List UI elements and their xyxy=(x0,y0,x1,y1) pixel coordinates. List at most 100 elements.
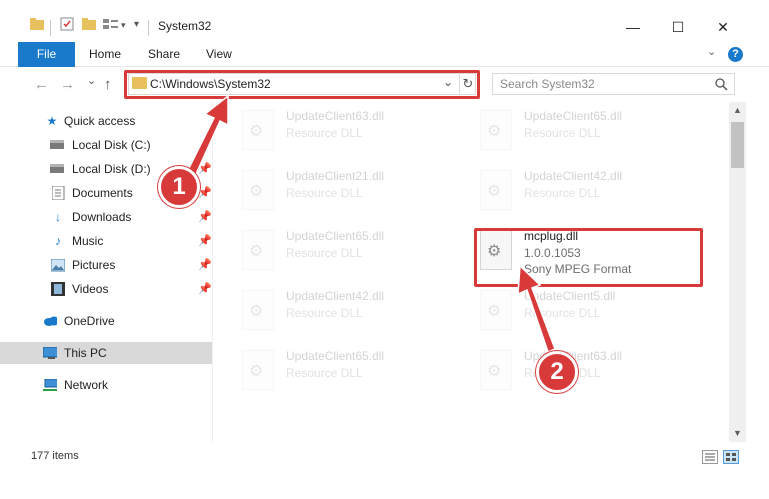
item-count: 177 items xyxy=(31,450,79,462)
gear-icon: ⚙ xyxy=(487,123,502,140)
status-bar: 177 items xyxy=(0,442,769,470)
pin-icon: 📌 xyxy=(198,163,212,175)
file-name: UpdateClient65.dll xyxy=(524,109,623,123)
drive-icon xyxy=(50,140,64,149)
recent-locations-button[interactable]: ⌄ xyxy=(87,74,96,87)
minimize-button[interactable]: — xyxy=(610,14,656,40)
file-tile[interactable]: ⚙ UpdateClient65.dll Resource DLL xyxy=(466,104,686,156)
scroll-thumb[interactable] xyxy=(731,122,744,168)
navigation-bar: ← → ⌄ ↑ C:\Windows\System32 ⌄ ↻ Search S… xyxy=(0,68,769,102)
sidebar-item-label: Pictures xyxy=(72,258,116,272)
qat-dropdown-icon[interactable]: ▾ xyxy=(121,20,126,31)
maximize-button[interactable]: ☐ xyxy=(655,14,701,40)
file-tile[interactable]: ⚙ UpdateClient63.dll Resource DLL xyxy=(228,104,448,156)
file-tile[interactable]: ⚙ UpdateClient42.dll Resource DLL xyxy=(228,284,448,336)
ribbon-tabs: File Home Share View ⌄ ? xyxy=(0,42,769,67)
file-tile[interactable]: ⚙ UpdateClient5.dll Resource DLL xyxy=(466,284,686,336)
dll-file-icon: ⚙ xyxy=(480,290,512,330)
gear-icon: ⚙ xyxy=(249,123,264,140)
step-2-badge: 2 xyxy=(536,351,578,393)
tab-share[interactable]: Share xyxy=(148,42,180,67)
sidebar-item-quick-access[interactable]: ★ Quick access xyxy=(0,110,212,132)
file-tile[interactable]: ⚙ UpdateClient42.dll Resource DLL xyxy=(466,164,686,216)
file-tile[interactable]: ⚙ UpdateClient65.dll Resource DLL xyxy=(228,224,448,276)
file-name: UpdateClient42.dll xyxy=(524,169,623,183)
sidebar-item-onedrive[interactable]: OneDrive xyxy=(0,310,212,332)
sidebar-item-label: Documents xyxy=(72,186,133,200)
pin-icon: 📌 xyxy=(198,283,212,295)
tiles-view-icon xyxy=(726,453,736,461)
pictures-icon xyxy=(51,259,65,272)
new-folder-icon[interactable] xyxy=(82,18,96,30)
tab-file[interactable]: File xyxy=(18,42,75,67)
search-placeholder: Search System32 xyxy=(500,77,595,91)
gear-icon: ⚙ xyxy=(487,183,502,200)
search-icon xyxy=(715,78,728,91)
dll-file-icon: ⚙ xyxy=(242,290,274,330)
scroll-up-arrow-icon[interactable]: ▲ xyxy=(729,102,746,119)
sidebar-item-label: Videos xyxy=(72,282,109,296)
dll-file-icon: ⚙ xyxy=(480,170,512,210)
tab-home[interactable]: Home xyxy=(89,42,121,67)
file-name: UpdateClient5.dll xyxy=(524,289,616,303)
help-icon[interactable]: ? xyxy=(728,47,743,62)
file-name: UpdateClient42.dll xyxy=(286,289,385,303)
file-description: Resource DLL xyxy=(286,366,363,380)
gear-icon: ⚙ xyxy=(487,303,502,320)
details-view-icon xyxy=(705,453,715,461)
pin-icon: 📌 xyxy=(198,139,212,151)
computer-icon xyxy=(43,347,57,359)
sidebar-item-label: Network xyxy=(64,378,109,392)
file-description: Resource DLL xyxy=(286,126,363,140)
network-icon xyxy=(43,379,57,391)
pin-icon: 📌 xyxy=(198,259,212,271)
customize-qat-icon[interactable]: ▾ xyxy=(134,19,139,30)
chevron-down-icon[interactable]: ⌄ xyxy=(707,45,716,58)
sidebar-item-videos[interactable]: Videos 📌 xyxy=(0,278,212,300)
tiles-view-button[interactable] xyxy=(723,450,739,464)
view-options-icon[interactable] xyxy=(103,19,119,30)
file-highlight-box xyxy=(474,228,703,287)
scroll-down-arrow-icon[interactable]: ▼ xyxy=(729,425,746,442)
back-button[interactable]: ← xyxy=(34,76,49,93)
music-icon: ♪ xyxy=(55,234,61,248)
sidebar-item-this-pc[interactable]: This PC xyxy=(0,342,212,364)
close-button[interactable]: ✕ xyxy=(700,14,746,40)
sidebar-item-pictures[interactable]: Pictures 📌 xyxy=(0,254,212,276)
file-name: UpdateClient65.dll xyxy=(286,349,385,363)
properties-icon[interactable] xyxy=(60,17,74,31)
up-button[interactable]: ↑ xyxy=(104,76,112,93)
vertical-scrollbar[interactable]: ▲ ▼ xyxy=(729,102,746,442)
step-1-badge: 1 xyxy=(158,166,200,208)
documents-icon xyxy=(52,186,65,200)
details-view-button[interactable] xyxy=(702,450,718,464)
sidebar-item-music[interactable]: ♪ Music 📌 xyxy=(0,230,212,252)
sidebar-item-label: Local Disk (D:) xyxy=(72,162,151,176)
file-description: Resource DLL xyxy=(286,306,363,320)
address-highlight-box xyxy=(124,70,480,99)
sidebar-item-downloads[interactable]: ↓ Downloads 📌 xyxy=(0,206,212,228)
qat-divider xyxy=(50,20,51,36)
sidebar-item-label: Downloads xyxy=(72,210,132,224)
search-input[interactable]: Search System32 xyxy=(492,73,735,95)
window-bottom xyxy=(0,470,769,499)
title-bar: ▾ ▾ System32 — ☐ ✕ xyxy=(0,0,769,42)
sidebar-item-label: Local Disk (C:) xyxy=(72,138,151,152)
file-name: UpdateClient63.dll xyxy=(286,109,385,123)
folder-icon xyxy=(30,18,44,30)
pin-icon: 📌 xyxy=(198,187,212,199)
sidebar-item-label: Quick access xyxy=(64,114,136,128)
tab-view[interactable]: View xyxy=(206,42,232,67)
sidebar-item-network[interactable]: Network xyxy=(0,374,212,396)
file-tile[interactable]: ⚙ UpdateClient65.dll Resource DLL xyxy=(228,344,448,396)
videos-icon xyxy=(51,282,65,296)
pin-icon: 📌 xyxy=(198,211,212,223)
download-icon: ↓ xyxy=(55,210,61,224)
drive-icon xyxy=(50,164,64,173)
file-description: Resource DLL xyxy=(524,186,601,200)
dll-file-icon: ⚙ xyxy=(242,110,274,150)
file-tile[interactable]: ⚙ UpdateClient21.dll Resource DLL xyxy=(228,164,448,216)
sidebar-item-local-disk-c[interactable]: Local Disk (C:) 📌 xyxy=(0,134,212,156)
window-title: System32 xyxy=(158,19,212,33)
forward-button[interactable]: → xyxy=(60,76,75,93)
